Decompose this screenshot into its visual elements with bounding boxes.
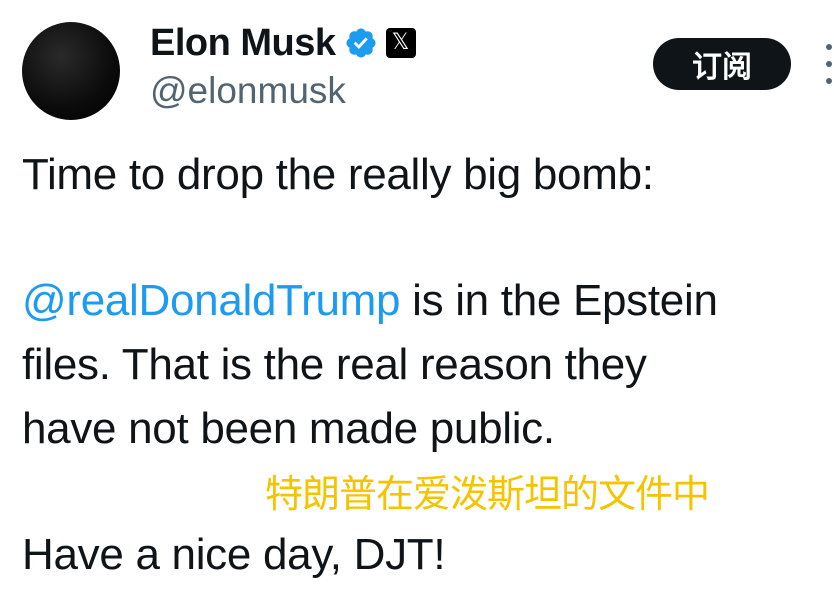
tweet-text-line: have not been made public. [22,404,555,453]
more-dot [826,78,832,84]
tweet-text-line: Time to drop the really big bomb: [22,150,654,199]
tweet-card: Elon Musk 𝕏 @elonmusk 订阅 Time to drop th… [0,0,834,612]
overlay-caption: 特朗普在爱泼斯坦的文件中 [265,472,710,516]
tweet-text-line: Have a nice day, DJT! [22,530,446,579]
tweet-text-fragment: is in the Epstein [400,276,718,325]
author-display-name[interactable]: Elon Musk [150,22,336,65]
subscribe-button[interactable]: 订阅 [653,38,791,90]
avatar[interactable] [22,22,120,120]
more-dot [826,61,832,67]
x-logo-icon: 𝕏 [385,28,416,58]
tweet-text-line: @realDonaldTrump is in the Epstein [22,270,718,332]
mention-link[interactable]: @realDonaldTrump [22,276,400,325]
more-icon[interactable] [824,44,834,84]
author-name-row: Elon Musk 𝕏 [150,20,416,66]
verified-badge-icon [346,28,376,58]
more-dot [826,44,832,50]
tweet-text-line: files. That is the real reason they [22,340,647,389]
author-handle[interactable]: @elonmusk [150,70,346,112]
